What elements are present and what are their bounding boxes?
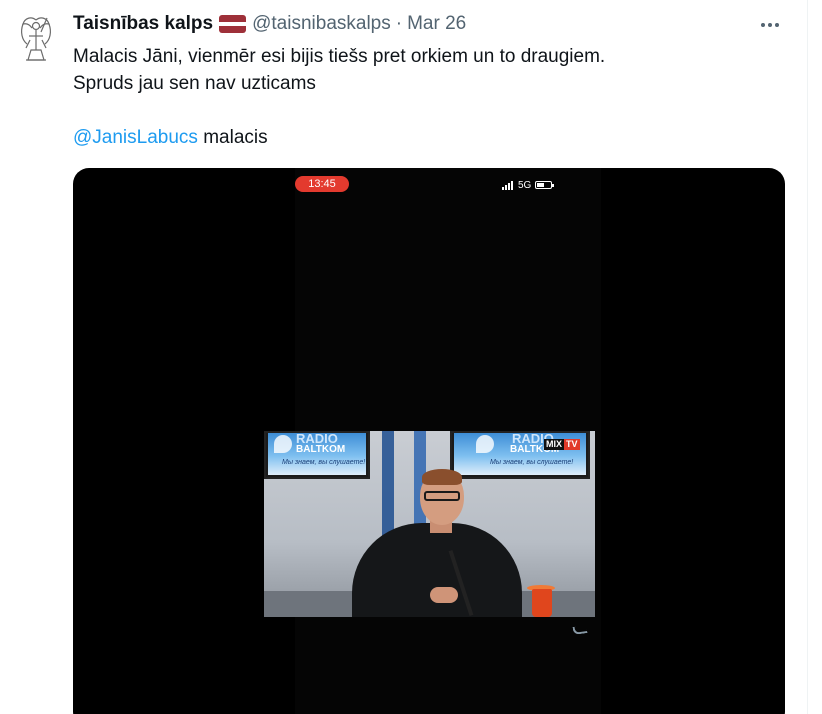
radio-bird-logo-icon xyxy=(476,435,494,453)
tv-slogan: Мы знаем, вы слушаете! xyxy=(490,459,574,466)
phone-status-indicators: 5G xyxy=(502,179,555,191)
person-glasses xyxy=(424,491,460,501)
tweet-date[interactable]: Mar 26 xyxy=(407,13,466,35)
tweet-text-line-1: Malacis Jāni, vienmēr esi bijis tiešs pr… xyxy=(73,46,606,67)
phone-status-time: 13:45 xyxy=(295,176,349,192)
tv-slogan: Мы знаем, вы слушаете! xyxy=(282,459,366,466)
mix-tv-logo: MIX TV xyxy=(544,439,580,450)
mention-suffix: malacis xyxy=(197,127,268,148)
studio-tv-left: RADIO BALTKOM Мы знаем, вы слушаете! xyxy=(264,431,370,479)
person-hair xyxy=(422,469,462,485)
radio-bird-logo-icon xyxy=(274,435,292,453)
mention-link[interactable]: @JanisLabucs xyxy=(73,127,198,148)
archangel-emblem-icon xyxy=(21,17,51,61)
network-label: 5G xyxy=(518,179,532,191)
tweet-header: Taisnības kalps @taisnibaskalps · Mar 26 xyxy=(73,11,466,37)
avatar[interactable] xyxy=(17,14,55,66)
tv-label: TV xyxy=(564,439,580,450)
tweet-text: Malacis Jāni, vienmēr esi bijis tiešs pr… xyxy=(73,43,773,151)
display-name[interactable]: Taisnības kalps xyxy=(73,13,213,35)
tweet-article[interactable]: Taisnības kalps @taisnibaskalps · Mar 26… xyxy=(0,0,808,714)
video-frame: RADIO BALTKOM Мы знаем, вы слушаете! RAD… xyxy=(264,431,595,617)
mix-label: MIX xyxy=(544,439,565,450)
tweet-text-line-2: Spruds jau sen nav uzticams xyxy=(73,73,316,94)
tweet-text-line-3: @JanisLabucs malacis xyxy=(73,124,773,151)
person-hands xyxy=(430,587,458,603)
battery-icon xyxy=(535,181,555,189)
more-options-icon[interactable] xyxy=(757,12,783,38)
signal-bars-icon xyxy=(502,180,514,190)
latvia-flag-icon xyxy=(219,15,247,33)
user-handle[interactable]: @taisnibaskalps xyxy=(252,13,391,35)
separator-dot: · xyxy=(395,13,403,34)
video-player[interactable]: 13:45 5G RADIO BALTKOM Мы знаем, вы слуш… xyxy=(73,168,785,714)
red-cup xyxy=(532,589,552,617)
tv-brand: BALTKOM xyxy=(296,444,346,455)
